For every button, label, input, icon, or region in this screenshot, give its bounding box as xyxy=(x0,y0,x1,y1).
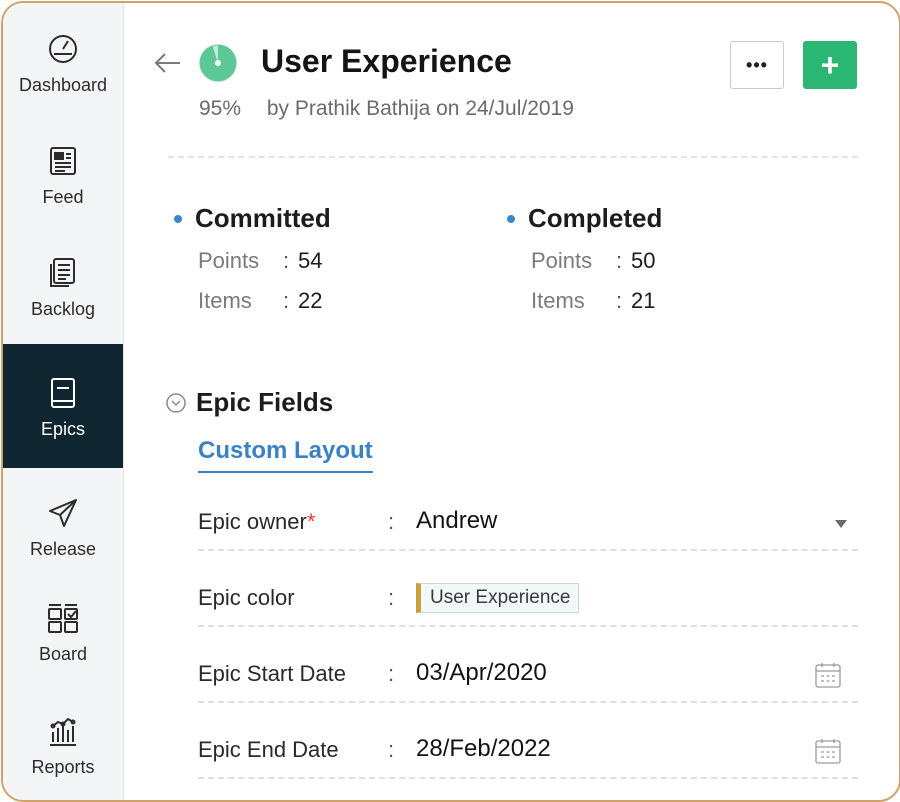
backlog-icon xyxy=(43,253,83,293)
calendar-icon[interactable] xyxy=(814,661,842,689)
colon: : xyxy=(283,248,290,273)
field-label: Epic owner* xyxy=(198,509,315,535)
paper-plane-icon xyxy=(43,493,83,533)
field-epic-start-date[interactable]: Epic Start Date : 03/Apr/2020 xyxy=(198,649,858,703)
epic-book-icon xyxy=(43,373,83,413)
dropdown-caret-icon[interactable] xyxy=(834,519,848,529)
color-tag[interactable]: User Experience xyxy=(416,583,580,613)
end-date-value[interactable]: 28/Feb/2022 xyxy=(416,735,551,763)
sidebar-item-label: Board xyxy=(38,644,88,664)
epic-fields-header[interactable]: Epic Fields xyxy=(166,387,333,418)
epic-detail-panel: User Experience 95% by Prathik Bathija o… xyxy=(124,3,899,800)
sidebar-item-reports[interactable]: Reports xyxy=(3,711,123,791)
committed-stats: Committed Points : 54 Items : 22 xyxy=(174,203,331,314)
gauge-icon xyxy=(43,29,83,69)
reports-icon xyxy=(43,711,83,751)
field-label-text: Epic owner xyxy=(198,509,307,534)
start-date-value[interactable]: 03/Apr/2020 xyxy=(416,659,547,687)
back-arrow-icon[interactable] xyxy=(152,47,184,79)
bullet-dot xyxy=(174,214,182,223)
sidebar-item-label: Dashboard xyxy=(18,75,108,95)
required-asterisk: * xyxy=(306,509,316,534)
collapse-chevron-icon[interactable] xyxy=(166,392,186,413)
board-icon xyxy=(43,598,83,638)
items-label: Items xyxy=(531,288,585,313)
completed-heading: Completed xyxy=(528,203,663,233)
sidebar: Dashboard Feed Backlog Epics Release Boa… xyxy=(3,3,124,800)
sidebar-item-release[interactable]: Release xyxy=(3,493,123,573)
field-epic-owner[interactable]: Epic owner* : Andrew xyxy=(198,497,858,551)
created-by-text: by Prathik Bathija on 24/Jul/2019 xyxy=(266,97,574,120)
calendar-icon[interactable] xyxy=(814,737,842,765)
colon: : xyxy=(616,248,623,273)
sidebar-item-board[interactable]: Board xyxy=(3,598,123,678)
plus-icon: + xyxy=(820,47,840,83)
epic-subline: 95% by Prathik Bathija on 24/Jul/2019 xyxy=(199,97,574,121)
bullet-dot xyxy=(507,214,515,223)
app-window: Dashboard Feed Backlog Epics Release Boa… xyxy=(1,1,900,802)
section-title: Epic Fields xyxy=(196,387,334,417)
committed-items-value: 22 xyxy=(298,288,323,313)
sidebar-item-label: Backlog xyxy=(30,299,96,319)
completed-points-value: 50 xyxy=(631,248,656,273)
sidebar-item-label: Reports xyxy=(31,757,95,777)
field-label: Epic Start Date xyxy=(198,661,346,686)
colon: : xyxy=(616,288,623,313)
points-label: Points xyxy=(531,248,593,273)
feed-icon xyxy=(43,141,83,181)
colon: : xyxy=(388,661,395,686)
progress-percent: 95% xyxy=(199,97,242,120)
sidebar-item-epics[interactable]: Epics xyxy=(3,344,123,468)
sidebar-item-label: Epics xyxy=(40,418,85,439)
field-label: Epic End Date xyxy=(198,737,339,762)
divider xyxy=(168,156,858,158)
colon: : xyxy=(388,737,395,762)
points-label: Points xyxy=(198,248,260,273)
field-epic-end-date[interactable]: Epic End Date : 28/Feb/2022 xyxy=(198,725,858,779)
more-options-button[interactable]: ••• xyxy=(730,41,784,89)
sidebar-item-label: Feed xyxy=(42,187,84,207)
items-label: Items xyxy=(198,288,252,313)
sidebar-item-label: Release xyxy=(29,539,97,559)
progress-pie-icon xyxy=(198,43,238,83)
tab-custom-layout[interactable]: Custom Layout xyxy=(198,437,373,473)
field-label: Epic color xyxy=(198,585,295,610)
page-title: User Experience xyxy=(261,43,512,79)
colon: : xyxy=(283,288,290,313)
colon: : xyxy=(388,509,395,534)
completed-stats: Completed Points : 50 Items : 21 xyxy=(507,203,662,314)
more-dots-icon: ••• xyxy=(746,54,768,75)
committed-points-value: 54 xyxy=(298,248,323,273)
sidebar-item-dashboard[interactable]: Dashboard xyxy=(3,29,123,109)
owner-select-value[interactable]: Andrew xyxy=(416,507,497,535)
field-epic-color[interactable]: Epic color : User Experience xyxy=(198,573,858,627)
sidebar-item-feed[interactable]: Feed xyxy=(3,141,123,221)
completed-items-value: 21 xyxy=(631,288,656,313)
sidebar-item-backlog[interactable]: Backlog xyxy=(3,253,123,333)
colon: : xyxy=(388,585,395,610)
committed-heading: Committed xyxy=(195,203,331,233)
add-button[interactable]: + xyxy=(803,41,857,89)
